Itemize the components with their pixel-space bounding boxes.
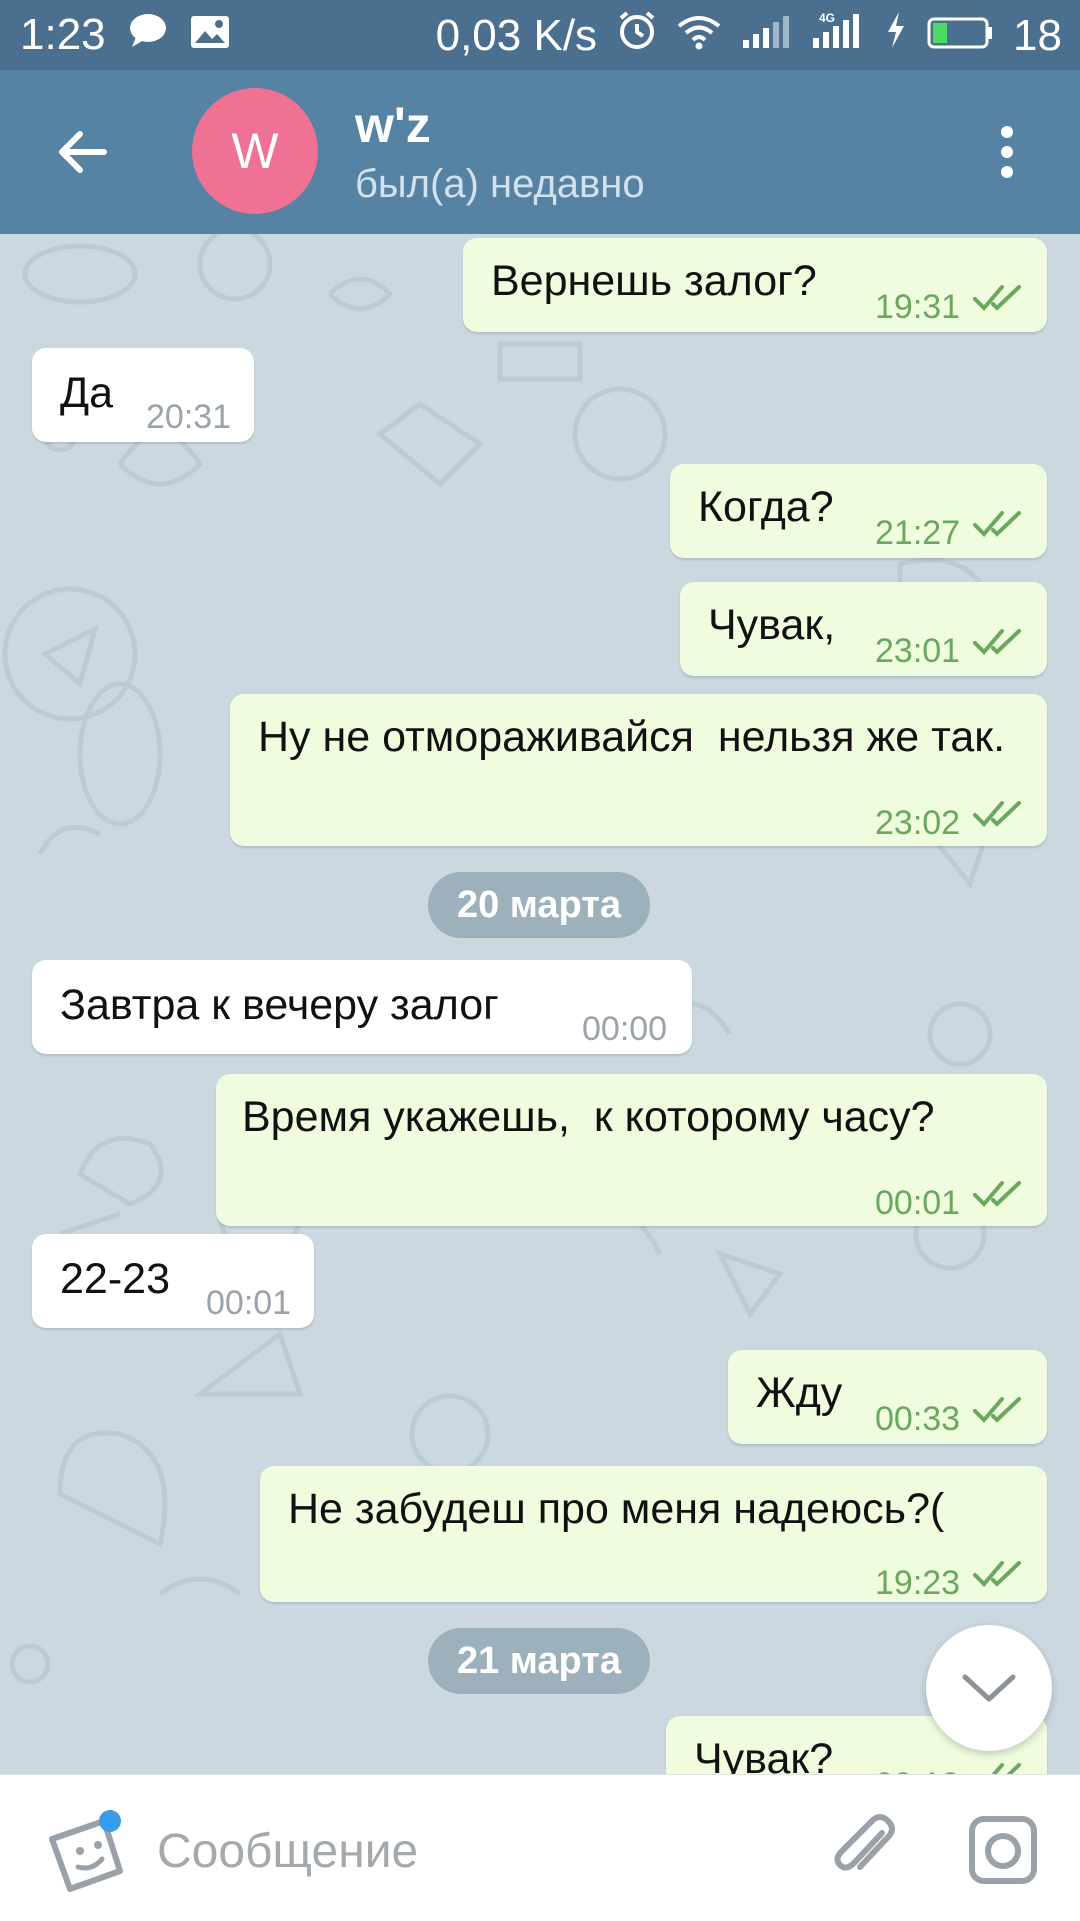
avatar-letter: W [231, 123, 279, 179]
message-time: 00:19 [875, 1756, 960, 1774]
back-arrow-icon [59, 131, 107, 173]
message-text: Жду [756, 1369, 843, 1417]
more-menu-button[interactable] [995, 122, 1019, 182]
chevron-down-icon [962, 1674, 1016, 1702]
message-text: Когда? [698, 483, 834, 531]
date-separator: 20 марта [428, 872, 650, 938]
message-text: Не забудеш про меня надеюсь?( [288, 1485, 945, 1533]
chat-bubble-icon [128, 10, 168, 60]
signal-icon [741, 11, 791, 61]
chat-area[interactable]: Вернешь залог? 19:31 Да 20:31 Когда? 21:… [0, 234, 1080, 1774]
image-icon [190, 10, 230, 60]
more-vert-icon [1001, 126, 1013, 178]
signal-4g-icon: 4G [811, 10, 865, 61]
network-speed: 0,03 K/s [435, 10, 598, 60]
message-text: Да [60, 369, 114, 417]
message-time: 20:31 [146, 398, 232, 436]
message-input[interactable] [155, 1815, 799, 1887]
chat-title[interactable]: w'z [355, 96, 431, 154]
message-bubble-out[interactable]: Вернешь залог? 19:31 [463, 238, 1047, 332]
message-text: 22-23 [60, 1255, 170, 1303]
status-bar-right: 0,03 K/s 4G 18 [436, 10, 1062, 61]
message-time: 19:31 [875, 288, 961, 326]
status-bar-left: 1:23 [20, 10, 230, 60]
back-button[interactable] [54, 122, 114, 182]
charging-icon [885, 10, 907, 61]
double-check-icon [973, 1561, 1021, 1587]
date-label: 21 марта [456, 1639, 622, 1682]
double-check-icon [973, 511, 1021, 537]
message-bubble-out[interactable]: Когда? 21:27 [670, 464, 1047, 558]
double-check-icon [973, 629, 1021, 655]
avatar[interactable]: W [192, 88, 318, 214]
message-bubble-in[interactable]: Да 20:31 [32, 348, 254, 442]
double-check-icon [973, 1397, 1021, 1423]
attach-button[interactable] [828, 1811, 902, 1885]
message-bubble-out[interactable]: Не забудеш про меня надеюсь?( 19:23 [260, 1466, 1047, 1602]
message-bubble-in[interactable]: 22-23 00:01 [32, 1234, 314, 1328]
message-input-bar [0, 1774, 1080, 1921]
message-text: Чувак, [708, 601, 836, 649]
battery-level: 18 [1013, 10, 1062, 60]
message-bubble-out[interactable]: Ну не отмораживайся нельзя же так. 23:02 [230, 694, 1047, 846]
sticker-icon [49, 1810, 123, 1892]
message-bubble-out[interactable]: Жду 00:33 [728, 1350, 1047, 1444]
message-text: Ну не отмораживайся нельзя же так. [258, 713, 1006, 761]
message-bubble-in[interactable]: Завтра к вечеру залог 00:00 [32, 960, 692, 1054]
date-label: 20 марта [456, 883, 622, 926]
message-time: 23:02 [875, 804, 961, 842]
message-time: 00:01 [875, 1184, 961, 1222]
message-text: Чувак? [694, 1735, 834, 1774]
double-check-icon [973, 801, 1021, 827]
message-text: Завтра к вечеру залог [60, 981, 499, 1029]
status-time: 1:23 [20, 10, 106, 59]
status-bar: 1:23 0,03 K/s 4G 18 [0, 0, 1080, 70]
message-time: 23:01 [875, 632, 961, 670]
message-time: 00:00 [582, 1010, 668, 1048]
paperclip-icon [834, 1814, 895, 1871]
chat-status: был(а) недавно [355, 162, 645, 206]
message-bubble-out[interactable]: Время укажешь, к которому часу? 00:01 [216, 1074, 1047, 1226]
date-separator: 21 марта [428, 1628, 650, 1694]
message-time: 00:01 [206, 1284, 292, 1322]
message-text: Вернешь залог? [491, 257, 817, 305]
message-time: 00:33 [875, 1400, 961, 1438]
message-time: 21:27 [875, 514, 961, 552]
scroll-down-button[interactable] [926, 1625, 1052, 1751]
message-time: 19:23 [875, 1564, 961, 1602]
alarm-icon [617, 10, 657, 61]
double-check-icon [973, 285, 1021, 311]
message-text: Время укажешь, к которому часу? [242, 1093, 935, 1141]
svg-text:4G: 4G [819, 11, 835, 25]
double-check-icon [973, 1181, 1021, 1207]
camera-icon [969, 1816, 1037, 1884]
wifi-icon [677, 11, 721, 61]
battery-icon [927, 11, 993, 61]
message-bubble-out[interactable]: Чувак, 23:01 [680, 582, 1047, 676]
camera-button[interactable] [966, 1813, 1040, 1887]
sticker-button[interactable] [42, 1809, 123, 1892]
double-check-icon [991, 1763, 1021, 1774]
chat-header: W w'z был(а) недавно [0, 70, 1080, 234]
